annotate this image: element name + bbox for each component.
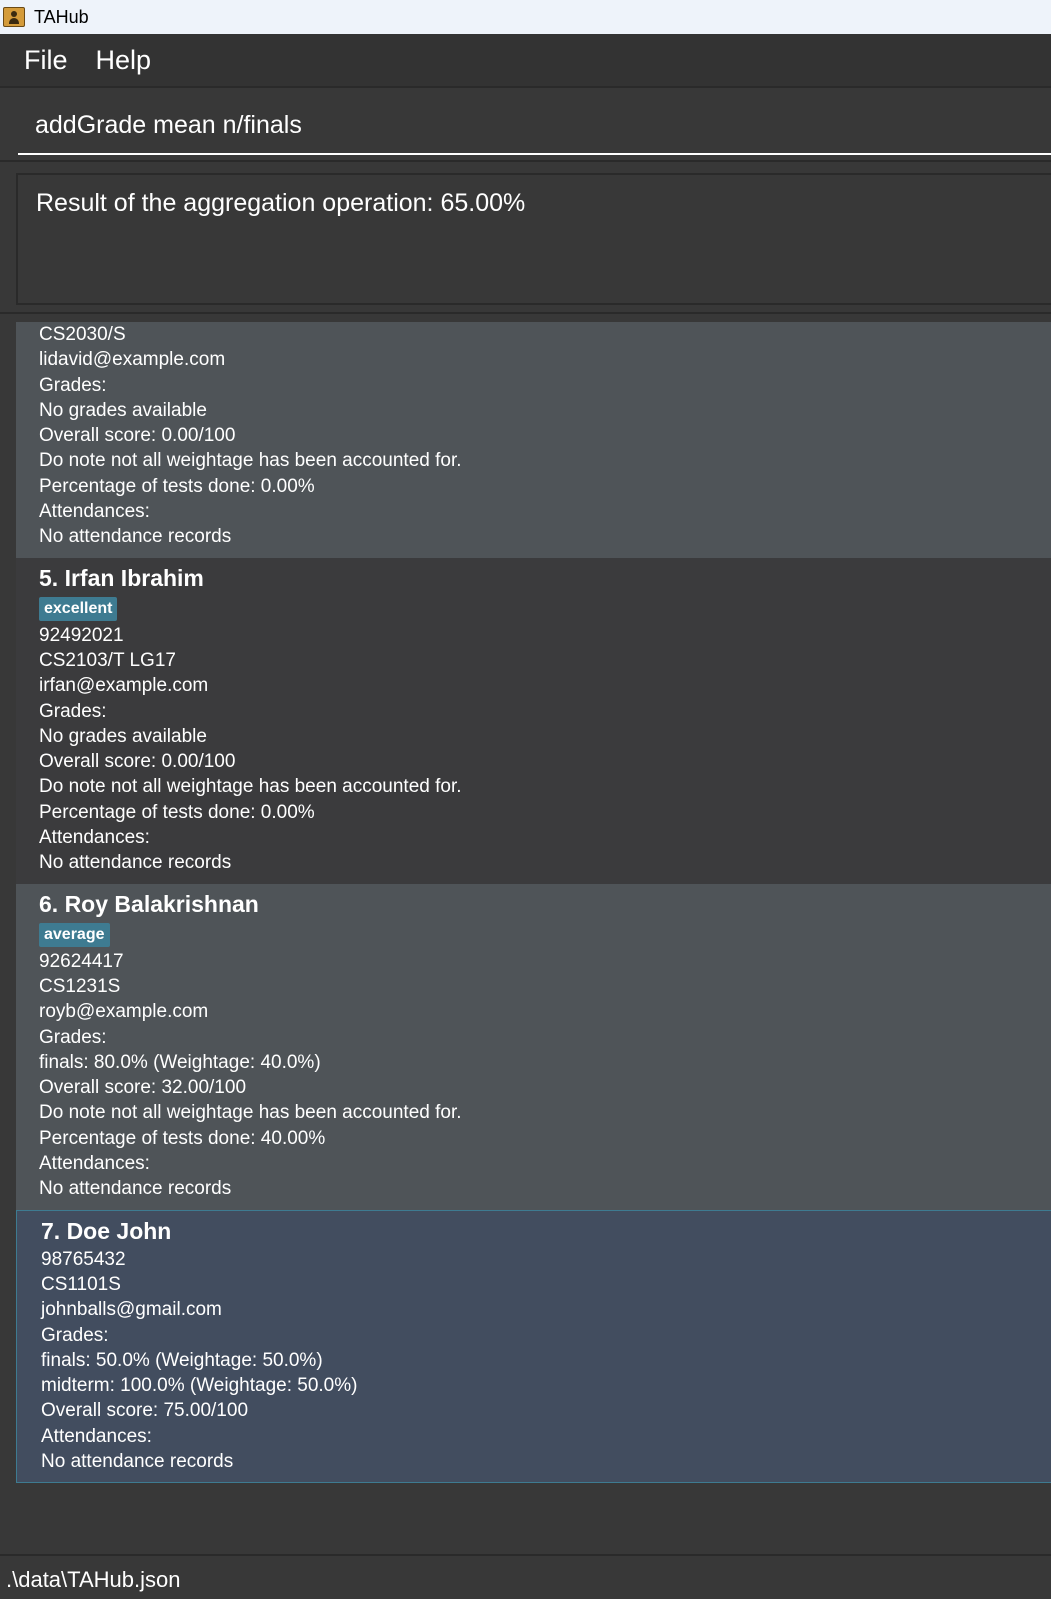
person-detail-line: No attendance records bbox=[39, 1178, 232, 1200]
person-detail-line: finals: 50.0% (Weightage: 50.0%) bbox=[41, 1349, 323, 1371]
person-detail-line: Attendances: bbox=[39, 501, 150, 523]
person-detail-line: irfan@example.com bbox=[39, 675, 209, 697]
person-card[interactable]: 6. Roy Balakrishnan average 92624417 CS1231… bbox=[16, 883, 1051, 1210]
person-detail-line: CS1231S bbox=[39, 975, 121, 997]
person-detail-line: Grades: bbox=[41, 1324, 109, 1346]
person-detail-line: No attendance records bbox=[39, 526, 232, 548]
person-detail-line: Grades: bbox=[39, 374, 107, 396]
person-detail-line: 92624417 bbox=[39, 950, 124, 972]
command-text: addGrade mean n/finals bbox=[35, 111, 302, 139]
card-padding bbox=[39, 876, 1051, 884]
person-name: 7. Doe John bbox=[41, 1217, 172, 1244]
person-detail-line: No grades available bbox=[39, 399, 207, 421]
menu-help[interactable]: Help bbox=[82, 45, 166, 76]
status-bar: .\data\TAHub.json bbox=[0, 1554, 1051, 1599]
person-list: CS2030/S lidavid@example.com Grades: No gra… bbox=[16, 322, 1051, 1484]
save-location: .\data\TAHub.json bbox=[6, 1567, 181, 1592]
card-padding bbox=[39, 550, 1051, 558]
person-detail-line: No attendance records bbox=[41, 1450, 234, 1472]
person-detail-line: Attendances: bbox=[41, 1425, 152, 1447]
person-name: 6. Roy Balakrishnan bbox=[39, 890, 259, 917]
person-list-panel[interactable]: CS2030/S lidavid@example.com Grades: No gra… bbox=[0, 316, 1051, 1554]
tag-badge: excellent bbox=[39, 596, 118, 621]
person-detail-line: Percentage of tests done: 0.00% bbox=[39, 801, 315, 823]
person-detail-line: 92492021 bbox=[39, 624, 124, 646]
person-detail-line: 98765432 bbox=[41, 1248, 126, 1270]
person-detail-line: CS1101S bbox=[41, 1273, 121, 1295]
card-padding bbox=[39, 1202, 1051, 1210]
window-title: TAHub bbox=[34, 6, 89, 27]
menu-file[interactable]: File bbox=[10, 45, 82, 76]
person-detail-line: Grades: bbox=[39, 700, 107, 722]
person-detail-line: Overall score: 32.00/100 bbox=[39, 1077, 247, 1099]
person-detail-line: Attendances: bbox=[39, 1153, 150, 1175]
person-card[interactable]: 5. Irfan Ibrahim excellent 92492021 CS2103/… bbox=[16, 557, 1051, 884]
command-input[interactable]: addGrade mean n/finals bbox=[18, 101, 1051, 155]
person-detail-line: Overall score: 0.00/100 bbox=[39, 751, 236, 773]
person-name: 5. Irfan Ibrahim bbox=[39, 564, 204, 591]
person-detail-line: Percentage of tests done: 40.00% bbox=[39, 1127, 326, 1149]
tag-badge: average bbox=[39, 922, 110, 947]
person-detail-line: Do note not all weightage has been accou… bbox=[39, 450, 462, 472]
person-detail-line: CS2103/T LG17 bbox=[39, 649, 176, 671]
person-detail-line: Overall score: 0.00/100 bbox=[39, 425, 236, 447]
person-detail-line: Percentage of tests done: 0.00% bbox=[39, 475, 315, 497]
result-display[interactable]: Result of the aggregation operation: 65.… bbox=[16, 173, 1051, 305]
person-detail-line: No grades available bbox=[39, 725, 207, 747]
card-padding bbox=[41, 1474, 1051, 1482]
result-text: Result of the aggregation operation: 65.… bbox=[36, 189, 526, 217]
person-detail-line: Grades: bbox=[39, 1026, 107, 1048]
person-detail-line: royb@example.com bbox=[39, 1001, 209, 1023]
person-detail-line: lidavid@example.com bbox=[39, 349, 226, 371]
person-card[interactable]: 7. Doe John 98765432 CS1101S johnballs@gmai… bbox=[16, 1209, 1051, 1484]
person-detail-line: midterm: 100.0% (Weightage: 50.0%) bbox=[41, 1375, 358, 1397]
person-detail-line: Do note not all weightage has been accou… bbox=[39, 776, 462, 798]
person-detail-line: No attendance records bbox=[39, 852, 232, 874]
person-detail-line: Overall score: 75.00/100 bbox=[41, 1400, 249, 1422]
command-box-placeholder: addGrade mean n/finals bbox=[0, 88, 1051, 162]
address-book-icon bbox=[3, 7, 25, 27]
person-detail-line: Attendances: bbox=[39, 827, 150, 849]
person-card[interactable]: CS2030/S lidavid@example.com Grades: No gra… bbox=[16, 322, 1051, 558]
person-detail-line: finals: 80.0% (Weightage: 40.0%) bbox=[39, 1051, 321, 1073]
person-detail-line: johnballs@gmail.com bbox=[41, 1299, 222, 1321]
menu-bar: File Help bbox=[0, 34, 1051, 88]
person-detail-line: Do note not all weightage has been accou… bbox=[39, 1102, 462, 1124]
title-bar: TAHub bbox=[0, 0, 1051, 34]
person-detail-line: CS2030/S bbox=[39, 324, 126, 345]
result-display-placeholder: Result of the aggregation operation: 65.… bbox=[0, 164, 1051, 314]
